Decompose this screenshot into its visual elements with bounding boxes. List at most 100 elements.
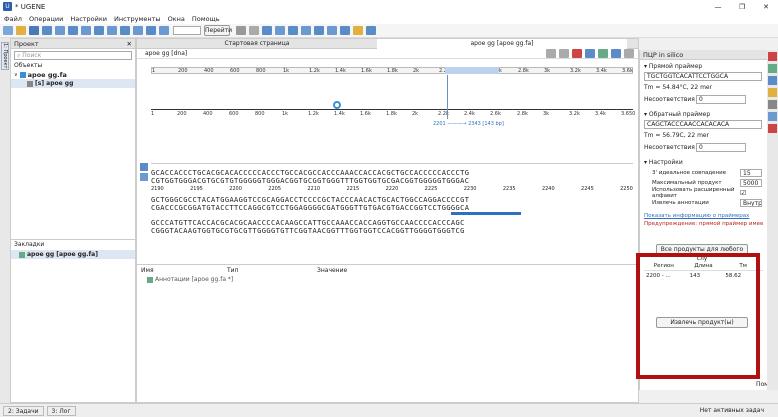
extended-alphabet-checkbox[interactable]: ☑ xyxy=(740,189,746,197)
tab-start-page[interactable]: Стартовая страница xyxy=(137,40,377,47)
tab-log[interactable]: 3: Лог xyxy=(46,405,76,416)
project-search-input[interactable]: ⌕ Поиск xyxy=(14,51,132,60)
forward-mismatches-input[interactable]: 0 xyxy=(696,95,746,104)
right-tab-icon-2[interactable] xyxy=(768,64,777,73)
view-tool-icon-5[interactable] xyxy=(598,49,608,58)
right-tab-icon-4[interactable] xyxy=(768,88,777,97)
menu-tools[interactable]: Инструменты xyxy=(114,15,161,23)
sequence-detail-view[interactable]: GCACCACCCTGCACGCACACCCCCACCCTGCCACGCCACC… xyxy=(151,163,633,258)
bookmark-item[interactable]: apoe gg [apoe gg.fa] xyxy=(11,250,135,259)
ruler-tick: 400 xyxy=(204,68,214,74)
tool-icon-12[interactable] xyxy=(262,26,272,35)
right-tab-icon-5[interactable] xyxy=(768,100,777,109)
annotation-row[interactable]: Аннотации [apoe gg.fa *] xyxy=(137,275,638,284)
close-panel-icon[interactable]: ✕ xyxy=(127,39,132,49)
menu-help[interactable]: Помощь xyxy=(192,15,220,23)
reverse-primer-input[interactable]: CAGCTACCCAACCACACACA xyxy=(644,120,762,129)
side-tool-icon-2[interactable] xyxy=(140,173,148,181)
view-tool-icon-7[interactable] xyxy=(624,49,634,58)
setting-label: Максимальный продукт xyxy=(652,180,722,186)
col-name[interactable]: Имя xyxy=(137,267,227,274)
tool-icon-14[interactable] xyxy=(288,26,298,35)
right-tab-icon-7[interactable] xyxy=(768,124,777,133)
tool-icon-10[interactable] xyxy=(159,26,169,35)
tool-icon-11[interactable] xyxy=(249,26,259,35)
expand-arrow-icon[interactable]: ∨ xyxy=(14,72,18,78)
position-label: 2190 xyxy=(151,185,164,192)
ruler-tick: 800 xyxy=(255,111,265,117)
position-input[interactable] xyxy=(173,26,201,35)
zoom-icon[interactable] xyxy=(236,26,246,35)
tool-icon-9[interactable] xyxy=(146,26,156,35)
tool-icon-19[interactable] xyxy=(353,26,363,35)
product-annotation[interactable]: 2201 ———→ 2343 [143 bp] xyxy=(433,121,504,127)
right-tab-icon-6[interactable] xyxy=(768,112,777,121)
ruler-selection xyxy=(445,67,499,74)
view-tool-icon-6[interactable] xyxy=(611,49,621,58)
forward-primer-input[interactable]: TGCTGGTCACATTCCTGGCA xyxy=(644,72,762,81)
right-tab-icon-3[interactable] xyxy=(768,76,777,85)
tool-icon-15[interactable] xyxy=(301,26,311,35)
max-product-input[interactable]: 5000 xyxy=(740,179,762,187)
tool-icon-2[interactable] xyxy=(55,26,65,35)
tool-icon-13[interactable] xyxy=(275,26,285,35)
col-value[interactable]: Значение xyxy=(317,267,407,274)
zoom-view[interactable]: 1 200 400 600 800 1k 1.2k 1.4k 1.6k 1.8k 2k 2.2k 2.4… xyxy=(151,75,636,159)
ruler-tick: 1.4k xyxy=(335,68,346,74)
tool-icon-18[interactable] xyxy=(340,26,350,35)
position-label: 2235 xyxy=(502,185,516,192)
tool-icon-1[interactable] xyxy=(42,26,52,35)
perfect-match-input[interactable]: 15 xyxy=(740,169,762,177)
view-tool-icon-1[interactable] xyxy=(546,49,556,58)
ruler-tick: 3.650 xyxy=(621,111,636,117)
tree-item-sequence[interactable]: [s] apoe gg xyxy=(11,79,135,88)
tool-icon-20[interactable] xyxy=(366,26,376,35)
tool-icon-7[interactable] xyxy=(120,26,130,35)
forward-primer-tm: Tm = 54.84°C, 22 mer xyxy=(644,84,713,91)
menu-settings[interactable]: Настройки xyxy=(70,15,107,23)
open-icon[interactable] xyxy=(16,26,26,35)
tab-sequence[interactable]: apoe gg [apoe gg.fa] xyxy=(377,38,627,49)
reverse-mismatches-input[interactable]: 0 xyxy=(696,143,746,152)
right-tab-icon-1[interactable] xyxy=(768,52,777,61)
save-icon[interactable] xyxy=(29,26,39,35)
menu-windows[interactable]: Окна xyxy=(168,15,185,23)
ruler-tick: 1.8k xyxy=(386,111,397,117)
window-title: * UGENE xyxy=(15,2,46,11)
forward-primer-label[interactable]: ▾ Прямой праймер xyxy=(644,63,763,72)
tab-project[interactable]: 1: Проект xyxy=(1,42,9,70)
tool-icon-17[interactable] xyxy=(327,26,337,35)
tool-icon-3[interactable] xyxy=(68,26,78,35)
overview-ruler[interactable]: 12004006008001k1.2k1.4k1.6k1.8k2k2.2k2.4… xyxy=(151,67,633,74)
view-tool-icon-4[interactable] xyxy=(585,49,595,58)
settings-label[interactable]: ▾ Настройки xyxy=(644,159,763,168)
extract-annotations-select[interactable]: Внутр xyxy=(740,199,762,207)
reverse-primer-label[interactable]: ▾ Обратный праймер xyxy=(644,111,763,120)
maximize-button[interactable]: ❐ xyxy=(730,3,754,11)
tool-icon-8[interactable] xyxy=(133,26,143,35)
tool-icon-5[interactable] xyxy=(94,26,104,35)
go-button[interactable]: Перейти xyxy=(204,25,232,36)
bookmarks-label: Закладки xyxy=(14,241,45,248)
tool-icon-16[interactable] xyxy=(314,26,324,35)
status-message: Нет активных задач xyxy=(699,407,764,414)
view-tool-icon-2[interactable] xyxy=(559,49,569,58)
tree-item-document[interactable]: ∨ apoe gg.fa xyxy=(11,70,135,79)
minimize-button[interactable]: — xyxy=(706,3,730,11)
col-type[interactable]: Тип xyxy=(227,267,317,274)
view-tool-icon-3[interactable] xyxy=(572,49,582,58)
menu-operations[interactable]: Операции xyxy=(29,15,63,23)
document-icon xyxy=(19,71,26,78)
ruler-tick: 3.4k xyxy=(596,68,607,74)
new-document-icon[interactable] xyxy=(3,26,13,35)
side-tool-icon-1[interactable] xyxy=(140,163,148,171)
tool-icon-4[interactable] xyxy=(81,26,91,35)
tool-icon-6[interactable] xyxy=(107,26,117,35)
tab-tasks[interactable]: 2: Задачи xyxy=(3,405,44,416)
menu-file[interactable]: Файл xyxy=(4,15,22,23)
cursor-marker-icon xyxy=(333,101,341,109)
primer-info-link[interactable]: Показать информацию о праймерах xyxy=(644,213,763,221)
annotation-table-header: Имя Тип Значение xyxy=(137,265,638,275)
close-button[interactable]: ✕ xyxy=(754,3,778,11)
ruler-tick: 200 xyxy=(177,111,187,117)
